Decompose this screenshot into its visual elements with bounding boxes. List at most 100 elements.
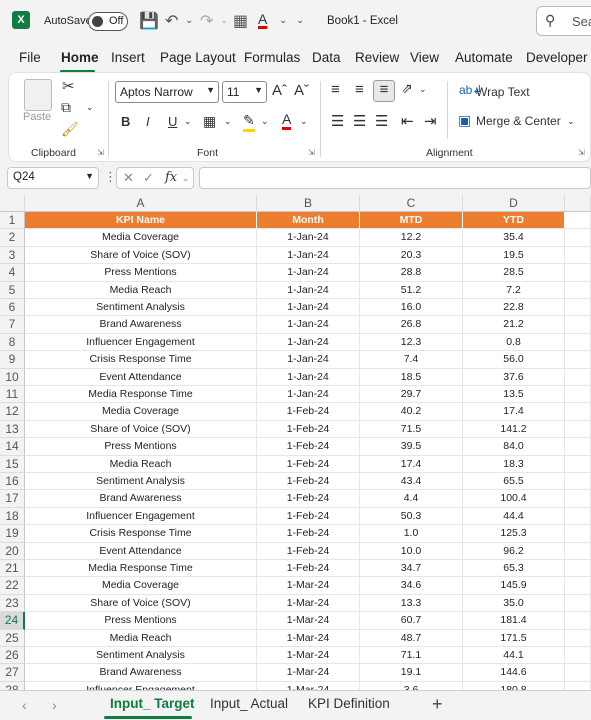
- tab-review[interactable]: Review: [355, 50, 399, 65]
- row-header[interactable]: 13: [0, 420, 25, 439]
- table-cell[interactable]: [565, 455, 591, 473]
- table-cell[interactable]: Media Coverage: [25, 403, 257, 421]
- tab-automate[interactable]: Automate: [455, 50, 513, 65]
- row-header[interactable]: 4: [0, 264, 25, 282]
- table-cell[interactable]: 71.1: [360, 647, 463, 665]
- redo-dropdown-icon[interactable]: ⌄: [220, 15, 228, 26]
- table-cell[interactable]: 19.5: [463, 246, 565, 265]
- table-header-cell[interactable]: MTD: [360, 212, 463, 230]
- increase-indent-icon[interactable]: ⇥: [424, 112, 437, 130]
- table-cell[interactable]: Press Mentions: [25, 264, 257, 282]
- table-cell[interactable]: 18.3: [463, 455, 565, 473]
- table-cell[interactable]: 10.0: [360, 542, 463, 560]
- scroll-tabs-right-icon[interactable]: ›: [52, 697, 57, 713]
- row-header[interactable]: 23: [0, 594, 25, 613]
- table-cell[interactable]: Crisis Response Time: [25, 525, 257, 543]
- table-cell[interactable]: 145.9: [463, 577, 565, 595]
- row-header[interactable]: 18: [0, 507, 25, 526]
- sheet-tab-input-target[interactable]: Input_ Target: [110, 696, 195, 711]
- name-box[interactable]: Q24 ▼: [7, 167, 99, 189]
- table-cell[interactable]: 96.2: [463, 542, 565, 560]
- table-cell[interactable]: 34.6: [360, 577, 463, 595]
- table-cell[interactable]: [565, 333, 591, 352]
- table-cell[interactable]: 1-Mar-24: [257, 647, 360, 665]
- table-cell[interactable]: 1-Feb-24: [257, 438, 360, 456]
- tab-insert[interactable]: Insert: [111, 50, 145, 65]
- table-cell[interactable]: [565, 264, 591, 282]
- table-cell[interactable]: 3.6: [360, 681, 463, 690]
- row-header[interactable]: 15: [0, 455, 25, 473]
- table-cell[interactable]: 20.3: [360, 246, 463, 265]
- table-cell[interactable]: Press Mentions: [25, 438, 257, 456]
- tab-file[interactable]: File: [19, 50, 41, 65]
- table-cell[interactable]: [565, 438, 591, 456]
- table-cell[interactable]: [565, 577, 591, 595]
- table-cell[interactable]: Media Coverage: [25, 577, 257, 595]
- tab-page-layout[interactable]: Page Layout: [160, 50, 236, 65]
- table-cell[interactable]: 65.5: [463, 473, 565, 491]
- row-header[interactable]: 28: [0, 681, 25, 690]
- cancel-icon[interactable]: ✕: [123, 170, 134, 186]
- formula-input[interactable]: [199, 167, 591, 189]
- table-cell[interactable]: [565, 212, 591, 230]
- table-cell[interactable]: 1-Feb-24: [257, 490, 360, 508]
- row-header[interactable]: 16: [0, 473, 25, 491]
- alignment-launcher-icon[interactable]: ⇲: [578, 148, 585, 157]
- table-cell[interactable]: 1-Feb-24: [257, 525, 360, 543]
- underline-dropdown-icon[interactable]: ⌄: [184, 116, 192, 127]
- table-cell[interactable]: 7.4: [360, 351, 463, 369]
- copy-dropdown-icon[interactable]: ⌄: [86, 102, 94, 113]
- table-cell[interactable]: 28.5: [463, 264, 565, 282]
- table-cell[interactable]: 171.5: [463, 629, 565, 647]
- autosave-toggle[interactable]: Off: [88, 12, 128, 31]
- clipboard-launcher-icon[interactable]: ⇲: [97, 148, 104, 157]
- row-header[interactable]: 10: [0, 368, 25, 386]
- cut-icon[interactable]: ✂: [62, 77, 75, 95]
- table-cell[interactable]: 1-Jan-24: [257, 264, 360, 282]
- table-cell[interactable]: [565, 612, 591, 630]
- table-cell[interactable]: [565, 560, 591, 578]
- table-cell[interactable]: Brand Awareness: [25, 316, 257, 334]
- table-cell[interactable]: 100.4: [463, 490, 565, 508]
- table-cell[interactable]: [565, 316, 591, 334]
- table-cell[interactable]: 7.2: [463, 281, 565, 299]
- worksheet-grid[interactable]: A B C D 1 KPI Name Month MTD YTD 2 Media Coverage 1…: [0, 195, 591, 690]
- table-cell[interactable]: [565, 246, 591, 265]
- table-cell[interactable]: [565, 490, 591, 508]
- merge-center-button[interactable]: Merge & Center: [476, 114, 561, 128]
- table-cell[interactable]: 40.2: [360, 403, 463, 421]
- column-header[interactable]: [565, 195, 591, 212]
- table-cell[interactable]: Brand Awareness: [25, 490, 257, 508]
- table-cell[interactable]: Sentiment Analysis: [25, 299, 257, 317]
- table-cell[interactable]: [565, 681, 591, 690]
- row-header[interactable]: 5: [0, 281, 25, 299]
- row-header[interactable]: 8: [0, 333, 25, 352]
- table-cell[interactable]: Crisis Response Time: [25, 351, 257, 369]
- table-cell[interactable]: 4.4: [360, 490, 463, 508]
- bold-button[interactable]: B: [121, 114, 130, 129]
- column-header[interactable]: B: [257, 195, 360, 212]
- font-color-dropdown-icon[interactable]: ⌄: [300, 116, 308, 127]
- table-cell[interactable]: 18.5: [360, 368, 463, 386]
- table-cell[interactable]: 21.2: [463, 316, 565, 334]
- table-cell[interactable]: Press Mentions: [25, 612, 257, 630]
- table-cell[interactable]: 1-Mar-24: [257, 629, 360, 647]
- sheet-tab-kpi-definition[interactable]: KPI Definition: [308, 696, 390, 711]
- table-cell[interactable]: Event Attendance: [25, 368, 257, 386]
- table-cell[interactable]: Influencer Engagement: [25, 681, 257, 690]
- row-header[interactable]: 2: [0, 229, 25, 247]
- table-cell[interactable]: 13.5: [463, 386, 565, 404]
- table-cell[interactable]: Influencer Engagement: [25, 507, 257, 526]
- table-cell[interactable]: 39.5: [360, 438, 463, 456]
- table-cell[interactable]: 1-Jan-24: [257, 333, 360, 352]
- table-cell[interactable]: Media Reach: [25, 629, 257, 647]
- column-header[interactable]: C: [360, 195, 463, 212]
- table-cell[interactable]: 1-Mar-24: [257, 681, 360, 690]
- table-cell[interactable]: 144.6: [463, 664, 565, 682]
- table-cell[interactable]: 1-Feb-24: [257, 420, 360, 439]
- row-header[interactable]: 9: [0, 351, 25, 369]
- table-header-cell[interactable]: YTD: [463, 212, 565, 230]
- align-center-icon[interactable]: ☰: [353, 112, 366, 130]
- table-cell[interactable]: 48.7: [360, 629, 463, 647]
- increase-font-size-icon[interactable]: Aˆ: [272, 82, 287, 99]
